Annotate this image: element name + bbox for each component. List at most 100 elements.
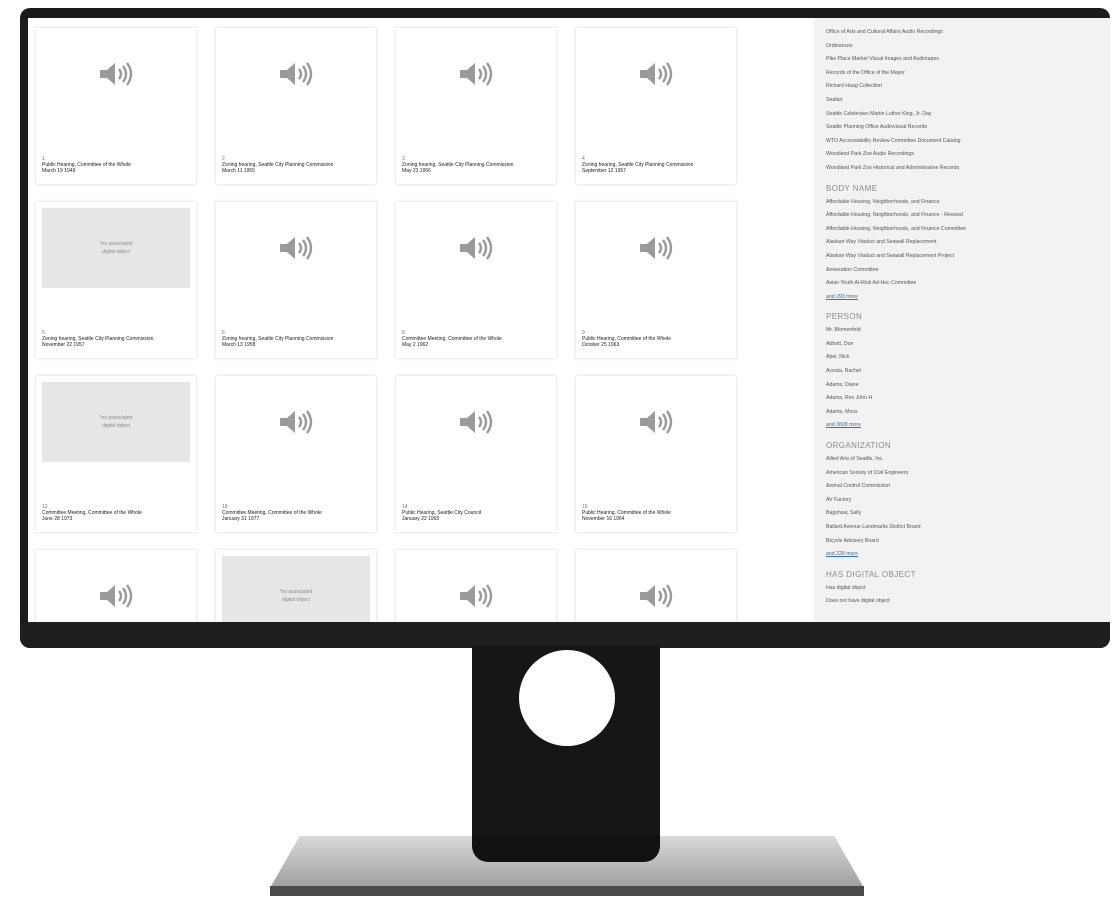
facet-item[interactable]: Seattle Celebrates Martin Luther King, J… xyxy=(826,108,1110,122)
facet-item[interactable]: Acosta, Rachel xyxy=(826,365,1110,379)
audio-thumbnail[interactable] xyxy=(582,208,730,288)
placeholder-text: *no associated xyxy=(279,589,313,595)
facet-item[interactable]: WTO Accountability Review Committee Docu… xyxy=(826,135,1110,149)
facet-item[interactable]: Abel, Nick xyxy=(826,351,1110,365)
facet-item[interactable]: Records of the Office of the Mayor xyxy=(826,67,1110,81)
facet-item[interactable]: Animal Control Commission xyxy=(826,480,1110,494)
speaker-icon xyxy=(280,410,313,434)
facet-item[interactable]: AV Factory xyxy=(826,494,1110,508)
speaker-icon xyxy=(460,236,493,260)
facet-item[interactable]: Abbott, Don xyxy=(826,338,1110,352)
placeholder-text: digital object xyxy=(102,249,130,255)
speaker-icon xyxy=(100,62,133,86)
facet-item[interactable]: Adams, Diane xyxy=(826,379,1110,393)
facet-item[interactable]: Pike Place Market Visual Images and Audi… xyxy=(826,53,1110,67)
person-heading: PERSON xyxy=(826,312,863,322)
facet-item[interactable]: Affordable Housing, Neighborhoods, and F… xyxy=(826,209,1110,223)
speaker-icon xyxy=(280,62,313,86)
facet-item[interactable]: Richard Haag Collection xyxy=(826,80,1110,94)
speaker-icon xyxy=(280,236,313,260)
audio-thumbnail[interactable] xyxy=(582,556,730,622)
result-card[interactable]: 2 Zoning hearing, Seattle City Planning C… xyxy=(216,28,376,184)
facet-item[interactable]: Woodland Park Zoo Audio Recordings xyxy=(826,148,1110,162)
collection-facet-list: Office of Arts and Cultural Affairs Audi… xyxy=(826,26,1110,176)
facet-item[interactable]: Bagshaw, Sally xyxy=(826,507,1110,521)
facet-sidebar: Office of Arts and Cultural Affairs Audi… xyxy=(814,18,1110,622)
facet-item[interactable]: Bicycle Advisory Board xyxy=(826,535,1110,549)
facet-item[interactable]: Adams, Moss xyxy=(826,406,1110,420)
result-card[interactable] xyxy=(36,550,196,622)
placeholder-text: *no associated xyxy=(99,241,133,247)
body-name-heading: BODY NAME xyxy=(826,183,878,193)
monitor-chin xyxy=(20,622,1110,648)
result-card[interactable]: *no associated digital object xyxy=(216,550,376,622)
facet-item[interactable]: Affordable Housing, Neighborhoods, and F… xyxy=(826,223,1110,237)
audio-thumbnail[interactable] xyxy=(222,382,370,462)
facet-item[interactable]: Ordinances xyxy=(826,40,1110,54)
facet-item[interactable]: Seattle Planning Office Audiovisual Reco… xyxy=(826,121,1110,135)
audio-thumbnail[interactable] xyxy=(402,556,550,622)
speaker-icon xyxy=(460,410,493,434)
speaker-icon xyxy=(460,584,493,608)
organization-more-link[interactable]: and 228 more xyxy=(826,548,1110,562)
card-caption: 3 Zoning hearing, Seattle City Planning C… xyxy=(402,156,550,174)
card-caption: 6 Zoning hearing, Seattle City Planning C… xyxy=(222,330,370,348)
card-caption: 1 Public Hearing, Committee of the Whole M… xyxy=(42,156,190,174)
facet-item[interactable]: Asian Youth At-Risk Ad-Hoc Committee xyxy=(826,277,1110,291)
result-card[interactable]: *no associated digital object 5 Zoning hear… xyxy=(36,202,196,358)
no-digital-object-placeholder: *no associated digital object xyxy=(42,208,190,288)
speaker-icon xyxy=(640,584,673,608)
card-caption: 2 Zoning hearing, Seattle City Planning C… xyxy=(222,156,370,174)
monitor-stand-cable-hole xyxy=(519,650,615,746)
audio-thumbnail[interactable] xyxy=(582,382,730,462)
facet-item[interactable]: Has digital object xyxy=(826,582,1110,596)
facet-item[interactable]: Office of Arts and Cultural Affairs Audi… xyxy=(826,26,1110,40)
facet-item[interactable]: Mr. Blomenfeld xyxy=(826,324,1110,338)
facet-item[interactable]: Seafair xyxy=(826,94,1110,108)
audio-thumbnail[interactable] xyxy=(42,556,190,622)
facet-item[interactable]: Woodland Park Zoo Historical and Adminis… xyxy=(826,162,1110,176)
audio-thumbnail[interactable] xyxy=(222,34,370,114)
result-card[interactable]: 15 Public Hearing, Committee of the Whole… xyxy=(576,376,736,532)
facet-item[interactable]: Annexation Committee xyxy=(826,264,1110,278)
audio-thumbnail[interactable] xyxy=(42,34,190,114)
result-card[interactable]: 1 Public Hearing, Committee of the Whole M… xyxy=(36,28,196,184)
item-date: September 12 1957 xyxy=(582,168,626,174)
item-date: January 31 1977 xyxy=(222,516,260,522)
audio-thumbnail[interactable] xyxy=(402,208,550,288)
card-caption: 15 Public Hearing, Committee of the Whole… xyxy=(582,504,730,522)
result-card[interactable]: 18 Committee Meeting, Committee of the Wh… xyxy=(216,376,376,532)
body-name-more-link[interactable]: and 293 more xyxy=(826,291,1110,305)
facet-item[interactable]: Ballard Avenue Landmarks District Board xyxy=(826,521,1110,535)
item-date: May 23 1956 xyxy=(402,168,431,174)
result-card[interactable]: 4 Zoning hearing, Seattle City Planning C… xyxy=(576,28,736,184)
card-caption: 18 Committee Meeting, Committee of the Wh… xyxy=(222,504,370,522)
result-card[interactable]: 3 Zoning hearing, Seattle City Planning C… xyxy=(396,28,556,184)
result-card[interactable] xyxy=(396,550,556,622)
person-more-link[interactable]: and 3608 more xyxy=(826,419,1110,433)
audio-thumbnail[interactable] xyxy=(402,382,550,462)
item-date: May 2 1962 xyxy=(402,342,429,348)
item-date: March 13 1958 xyxy=(222,342,256,348)
audio-thumbnail[interactable] xyxy=(222,208,370,288)
result-card[interactable]: 8 Committee Meeting, Committee of the Who… xyxy=(396,202,556,358)
facet-item[interactable]: Alaskan Way Viaduct and Seawall Replacem… xyxy=(826,236,1110,250)
item-date: November 16 1964 xyxy=(582,516,625,522)
facet-item[interactable]: Adams, Rev John H xyxy=(826,392,1110,406)
results-grid: 1 Public Hearing, Committee of the Whole M… xyxy=(36,28,748,622)
facet-item[interactable]: American Society of Civil Engineers xyxy=(826,467,1110,481)
facet-item[interactable]: Affordable Housing, Neighborhoods, and F… xyxy=(826,196,1110,210)
no-digital-object-placeholder: *no associated digital object xyxy=(42,382,190,462)
result-card[interactable]: 6 Zoning hearing, Seattle City Planning C… xyxy=(216,202,376,358)
audio-thumbnail[interactable] xyxy=(582,34,730,114)
result-card[interactable]: *no associated digital object 12 Committee … xyxy=(36,376,196,532)
result-card[interactable]: 14 Public Hearing, Seattle City Council Ja… xyxy=(396,376,556,532)
facet-item[interactable]: Alaskan Way Viaduct and Seawall Replacem… xyxy=(826,250,1110,264)
facet-item[interactable]: Does not have digital object xyxy=(826,595,1110,609)
audio-thumbnail[interactable] xyxy=(402,34,550,114)
result-card[interactable]: 9 Public Hearing, Committee of the Whole O… xyxy=(576,202,736,358)
screen: 1 Public Hearing, Committee of the Whole M… xyxy=(28,18,1110,622)
item-date: November 22 1957 xyxy=(42,342,85,348)
result-card[interactable] xyxy=(576,550,736,622)
facet-item[interactable]: Allied Arts of Seattle, Inc. xyxy=(826,453,1110,467)
